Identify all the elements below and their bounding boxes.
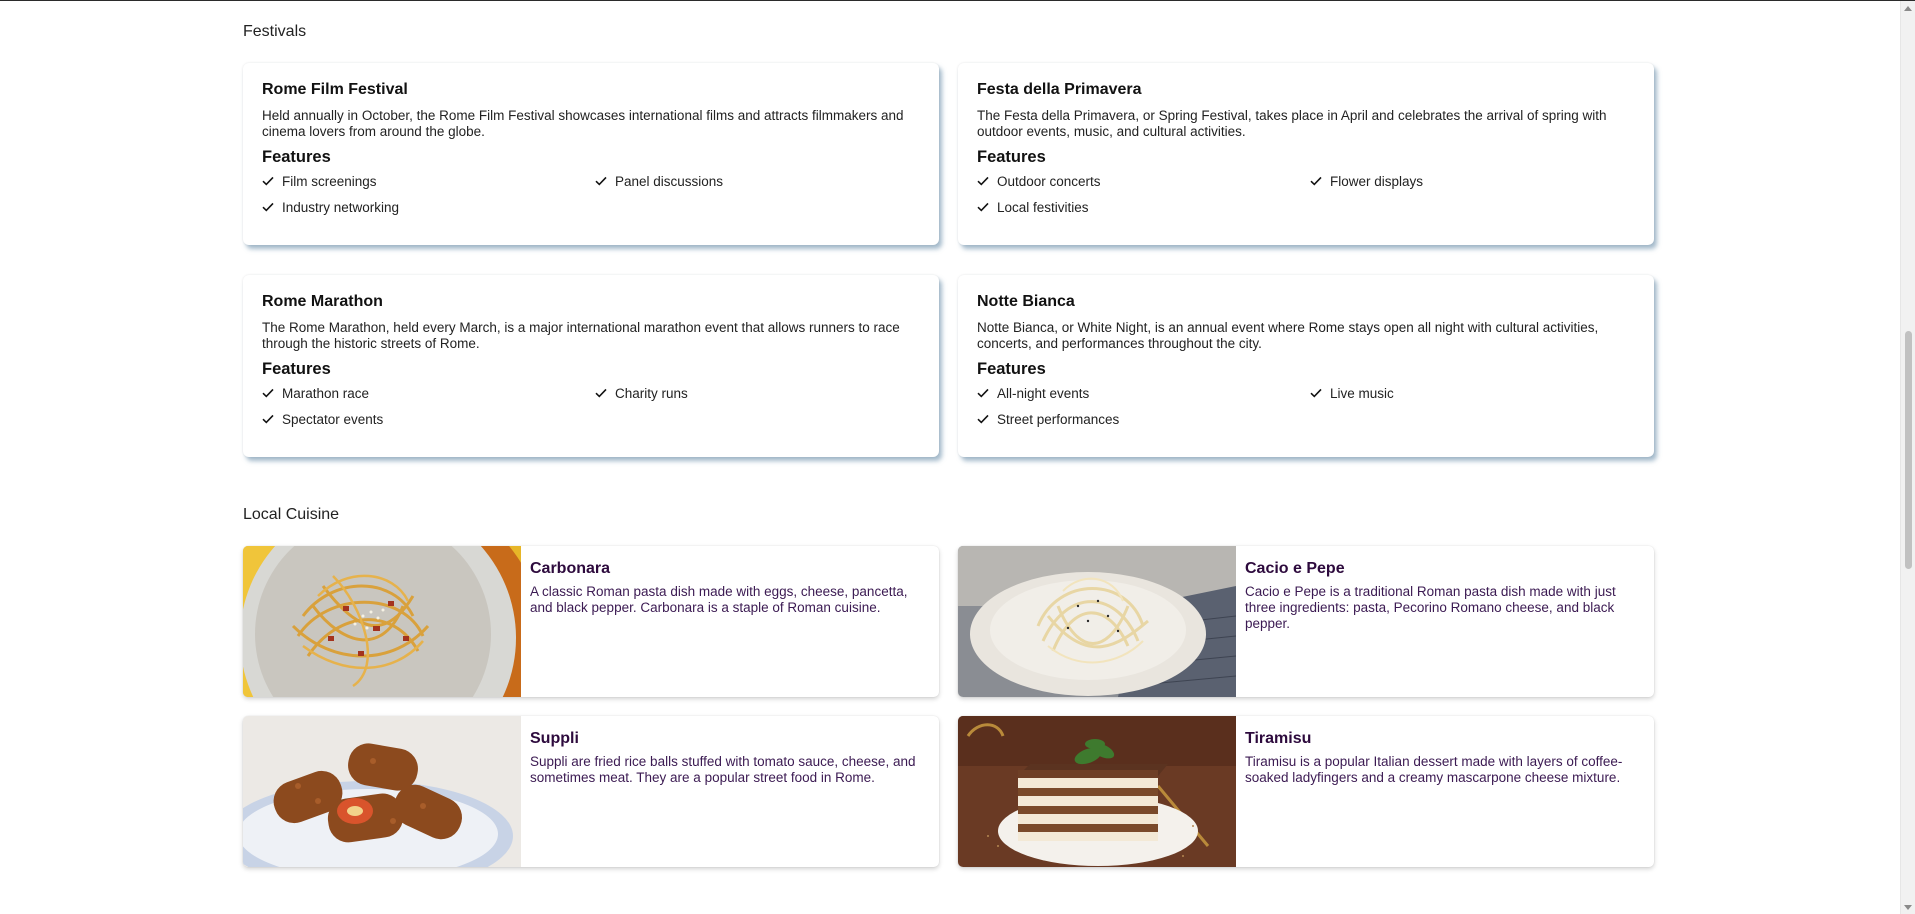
feature-item: Live music — [1310, 385, 1610, 401]
feature-item: All-night events — [977, 385, 1310, 401]
feature-label: Charity runs — [615, 385, 688, 401]
check-icon — [595, 176, 607, 186]
festival-name: Festa della Primavera — [977, 81, 1142, 98]
features-list: Marathon race Charity runs Spectator eve… — [262, 385, 920, 427]
food-body: Suppli Suppli are fried rice balls stuff… — [521, 716, 939, 867]
features-list: All-night events Live music Street perfo… — [977, 385, 1635, 427]
feature-item: Flower displays — [1310, 173, 1610, 189]
feature-label: Local festivities — [997, 199, 1089, 215]
feature-label: Flower displays — [1330, 173, 1424, 189]
festival-card-rome-film-festival: Rome Film Festival Held annually in Octo… — [243, 63, 939, 245]
food-body: Tiramisu Tiramisu is a popular Italian d… — [1236, 716, 1654, 867]
festival-description: Held annually in October, the Rome Film … — [262, 108, 904, 139]
food-name: Cacio e Pepe — [1245, 560, 1345, 577]
festival-description: The Festa della Primavera, or Spring Fes… — [977, 108, 1607, 139]
feature-label: Marathon race — [282, 385, 370, 401]
check-icon — [1310, 176, 1322, 186]
check-icon — [977, 176, 989, 186]
food-card-carbonara[interactable]: Carbonara A classic Roman pasta dish mad… — [243, 546, 939, 697]
scroll-down-arrow-icon[interactable] — [1904, 905, 1912, 910]
feature-label: Live music — [1330, 385, 1394, 401]
check-icon — [262, 414, 274, 424]
food-name: Suppli — [530, 730, 579, 747]
features-heading: Features — [262, 360, 331, 378]
festival-description: The Rome Marathon, held every March, is … — [262, 320, 900, 351]
tiramisu-image — [958, 716, 1236, 867]
features-list: Film screenings Panel discussions Indust… — [262, 173, 920, 215]
feature-item: Local festivities — [977, 199, 1310, 215]
check-icon — [262, 202, 274, 212]
suppli-image — [243, 716, 521, 867]
food-card-cacio-e-pepe[interactable]: Cacio e Pepe Cacio e Pepe is a tradition… — [958, 546, 1654, 697]
features-list: Outdoor concerts Flower displays Local f… — [977, 173, 1635, 215]
features-heading: Features — [977, 148, 1046, 166]
feature-label: Outdoor concerts — [997, 173, 1101, 189]
food-body: Cacio e Pepe Cacio e Pepe is a tradition… — [1236, 546, 1654, 697]
scroll-up-arrow-icon[interactable] — [1904, 6, 1912, 11]
food-description: Suppli are fried rice balls stuffed with… — [530, 754, 916, 785]
food-body: Carbonara A classic Roman pasta dish mad… — [521, 546, 939, 697]
feature-label: Spectator events — [282, 411, 384, 427]
food-card-tiramisu[interactable]: Tiramisu Tiramisu is a popular Italian d… — [958, 716, 1654, 867]
feature-label: All-night events — [997, 385, 1090, 401]
features-heading: Features — [262, 148, 331, 166]
feature-item: Outdoor concerts — [977, 173, 1310, 189]
festival-card-notte-bianca: Notte Bianca Notte Bianca, or White Nigh… — [958, 275, 1654, 457]
check-icon — [595, 388, 607, 398]
festivals-section-title: Festivals — [243, 23, 307, 40]
check-icon — [977, 388, 989, 398]
food-name: Carbonara — [530, 560, 611, 577]
check-icon — [977, 414, 989, 424]
feature-item: Industry networking — [262, 199, 595, 215]
feature-item: Street performances — [977, 411, 1310, 427]
festival-name: Notte Bianca — [977, 293, 1075, 310]
feature-item: Panel discussions — [595, 173, 895, 189]
scroll-thumb[interactable] — [1905, 331, 1912, 569]
feature-label: Industry networking — [282, 199, 400, 215]
features-heading: Features — [977, 360, 1046, 378]
carbonara-image — [243, 546, 521, 697]
page-scrollbar[interactable] — [1900, 1, 1915, 914]
check-icon — [262, 388, 274, 398]
festival-card-rome-marathon: Rome Marathon The Rome Marathon, held ev… — [243, 275, 939, 457]
festival-description: Notte Bianca, or White Night, is an annu… — [977, 320, 1599, 351]
festival-name: Rome Film Festival — [262, 81, 408, 98]
food-description: Cacio e Pepe is a traditional Roman past… — [1245, 584, 1616, 631]
check-icon — [262, 176, 274, 186]
food-name: Tiramisu — [1245, 730, 1312, 747]
feature-label: Film screenings — [282, 173, 377, 189]
festival-name: Rome Marathon — [262, 293, 383, 310]
food-description: Tiramisu is a popular Italian dessert ma… — [1245, 754, 1623, 785]
feature-item: Charity runs — [595, 385, 895, 401]
festival-card-festa-della-primavera: Festa della Primavera The Festa della Pr… — [958, 63, 1654, 245]
check-icon — [977, 202, 989, 212]
feature-label: Panel discussions — [615, 173, 724, 189]
food-description: A classic Roman pasta dish made with egg… — [530, 584, 908, 615]
cacio-e-pepe-image — [958, 546, 1236, 697]
food-card-suppli[interactable]: Suppli Suppli are fried rice balls stuff… — [243, 716, 939, 867]
feature-item: Spectator events — [262, 411, 595, 427]
feature-item: Marathon race — [262, 385, 595, 401]
check-icon — [1310, 388, 1322, 398]
feature-item: Film screenings — [262, 173, 595, 189]
feature-label: Street performances — [997, 411, 1120, 427]
cuisine-section-title: Local Cuisine — [243, 506, 340, 523]
